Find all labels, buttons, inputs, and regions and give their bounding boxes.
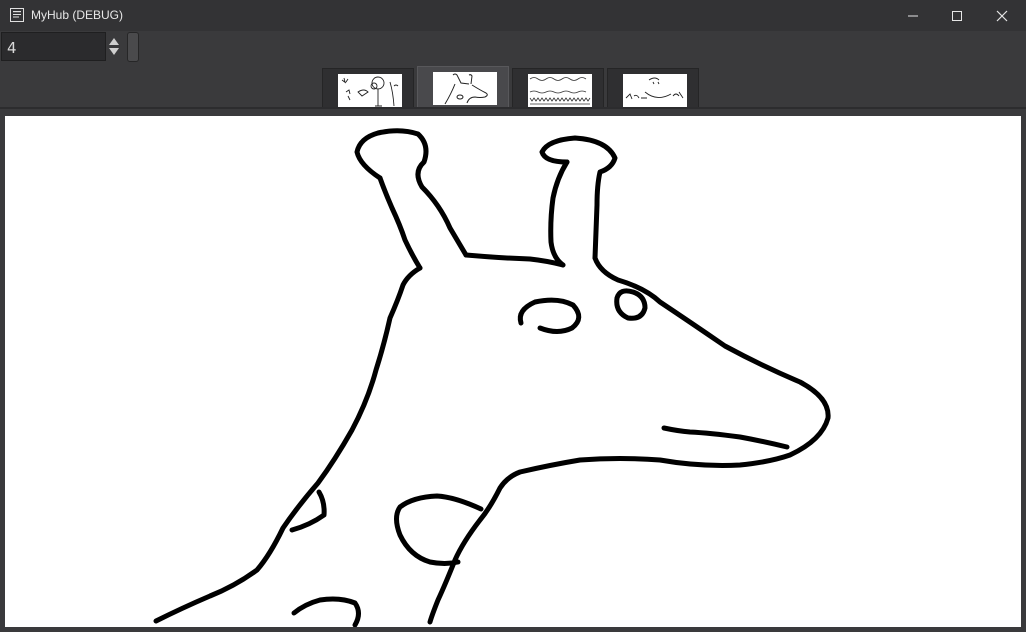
thumbnail-image xyxy=(433,72,497,105)
giraffe-drawing xyxy=(153,128,831,627)
toolbar: 4 xyxy=(0,31,1026,64)
toolbar-handle[interactable] xyxy=(127,32,139,62)
thumbnail-tabs xyxy=(322,66,704,108)
tab-drawing-4[interactable] xyxy=(607,68,699,108)
window-title: MyHub (DEBUG) xyxy=(31,8,124,22)
minimize-button[interactable] xyxy=(890,0,936,31)
close-button[interactable] xyxy=(979,0,1025,31)
arrow-up-icon[interactable] xyxy=(109,38,119,45)
thumbnail-image xyxy=(528,74,592,107)
spinbox-value[interactable]: 4 xyxy=(7,39,17,57)
maximize-button[interactable] xyxy=(934,0,980,31)
spinbox-arrows[interactable] xyxy=(106,32,124,61)
thumbnail-image xyxy=(338,74,402,107)
divider xyxy=(0,107,1026,109)
minimize-icon xyxy=(908,15,918,17)
tab-drawing-1[interactable] xyxy=(322,68,414,108)
app-window-icon xyxy=(10,8,24,22)
app-window: MyHub (DEBUG) 4 xyxy=(0,0,1026,632)
maximize-icon xyxy=(952,11,962,21)
thumbnail-image xyxy=(623,74,687,107)
drawing-canvas[interactable] xyxy=(5,116,1021,627)
number-spinbox[interactable]: 4 xyxy=(1,32,106,61)
tab-drawing-2[interactable] xyxy=(417,66,509,108)
title-bar[interactable]: MyHub (DEBUG) xyxy=(0,0,1026,32)
close-icon xyxy=(996,10,1008,22)
tab-drawing-3[interactable] xyxy=(512,68,604,108)
arrow-down-icon[interactable] xyxy=(109,48,119,55)
